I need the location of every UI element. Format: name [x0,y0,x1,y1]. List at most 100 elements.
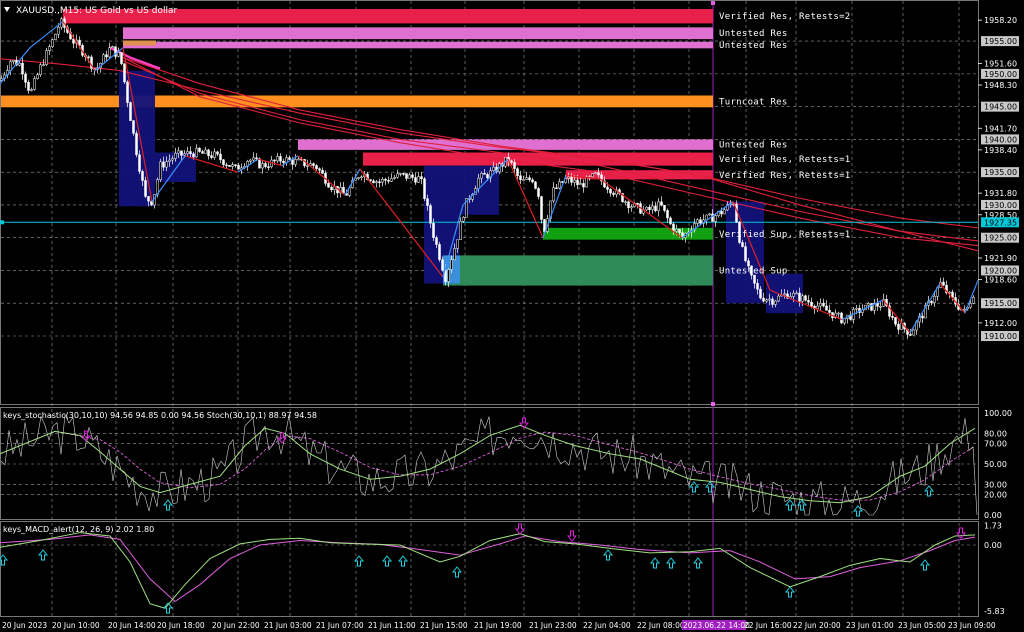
candle-body [435,237,438,245]
time-axis-label: 21 Jun 23:00 [529,621,577,630]
candle-body [387,179,390,182]
candle-body [909,334,912,336]
candle-body [255,157,258,160]
candle-body [87,56,90,59]
candle-body [33,78,36,90]
candle-body [372,180,375,184]
candle-body [147,196,150,202]
candle-body [714,215,717,222]
stoch-axis-label: 30.00 [984,480,1007,489]
candle-body [675,228,678,232]
candle-body [231,164,234,167]
candle-body [795,292,798,295]
candle-body [825,305,828,311]
candle-body [477,177,480,189]
candle-body [432,222,435,238]
candle-body [534,181,537,189]
candle-body [132,120,135,134]
price-tag-label: 1950.00 [984,70,1017,79]
candle-body [828,310,831,313]
candle-body [783,293,786,296]
candle-body [273,159,276,162]
candle-body [933,295,936,303]
candle-body [705,214,708,221]
candle-body [393,177,396,179]
candle-body [306,165,309,167]
time-axis-label: 21 Jun 19:00 [474,621,522,630]
candle-body [111,46,114,48]
candle-body [525,177,528,180]
candle-body [186,151,189,155]
candle-body [963,308,966,311]
candle-body [822,303,825,307]
candle-body [279,156,282,162]
bid-marker [0,220,4,225]
candle-body [138,154,141,172]
candle-body [165,161,168,168]
candle-body [807,300,810,303]
cursor-marker [711,402,715,406]
candle-body [921,315,924,319]
candle-body [552,187,555,202]
candle-body [804,295,807,301]
candle-body [666,210,669,219]
candle-body [777,295,780,302]
zone-label: Untested Res [719,41,788,51]
time-axis-label: 20 Jun 18:00 [157,621,205,630]
price-tag-label: 1930.00 [984,201,1017,210]
candle-body [429,205,432,224]
candle-body [648,206,651,210]
candle-body [894,317,897,325]
candle-body [573,179,576,183]
candle-body [876,303,879,307]
time-axis-label: 23 Jun 01:00 [846,621,894,630]
zone-label: Verified Res, Retests=1 [719,171,851,181]
candle-body [36,74,39,79]
zone-label: Verified Sup, Retests=1 [719,230,851,240]
candle-body [294,159,297,165]
candle-body [201,151,204,154]
candle-body [699,219,702,224]
candle-body [24,73,27,83]
candle-body [249,159,252,162]
candle-body [384,178,387,181]
candle-body [447,269,450,282]
time-axis-label: 22 Jun 16:00 [744,621,792,630]
candle-body [183,153,186,156]
time-axis-label: 21 Jun 11:00 [368,621,416,630]
candle-body [531,179,534,183]
candle-body [663,205,666,211]
candle-body [855,307,858,310]
candle-body [591,173,594,178]
candle-body [234,164,237,166]
candle-body [819,303,822,307]
candle-body [408,174,411,179]
candle-body [210,155,213,158]
candle-body [576,179,579,186]
candle-body [381,178,384,183]
candle-body [765,299,768,302]
price-chart[interactable]: Verified Res, Retests=2 Untested Res Untes… [0,0,1024,632]
candle-body [624,201,627,204]
candle-body [741,242,744,247]
candle-body [117,52,120,57]
candle-body [21,62,24,75]
candle-body [360,176,363,179]
zone-label: Untested Sup [719,266,788,276]
candle-body [612,192,615,195]
time-axis-label: 22 Jun 20:00 [793,621,841,630]
candle-body [126,81,129,103]
candle-body [720,211,723,215]
candle-body [696,219,699,224]
candle-body [540,196,543,220]
candle-body [768,298,771,301]
candle-body [225,164,228,167]
candle-body [264,163,267,167]
candle-body [594,172,597,174]
candle-body [555,187,558,190]
candle-body [969,303,972,308]
candle-body [570,176,573,183]
candle-body [567,176,570,179]
candle-body [204,149,207,154]
stoch-axis-label: 70.00 [984,440,1007,449]
